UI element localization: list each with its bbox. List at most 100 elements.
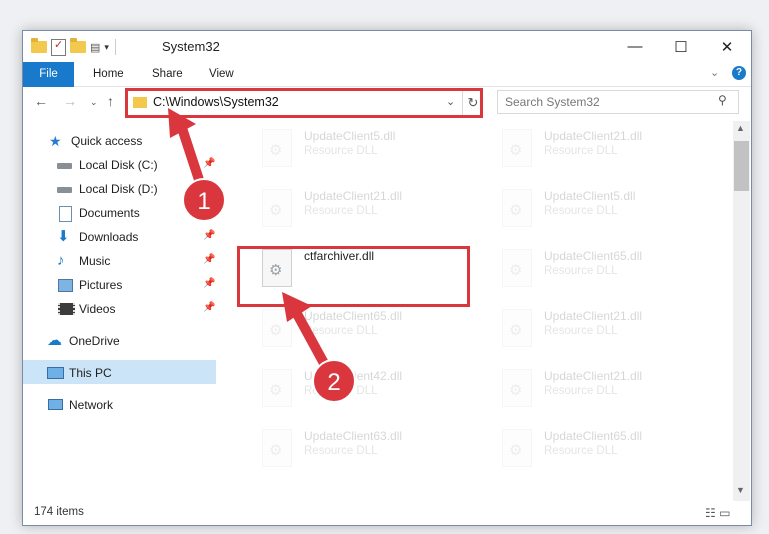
sidebar-item-label: Quick access xyxy=(71,134,143,148)
chevron-down-icon[interactable]: ▾ xyxy=(104,42,109,53)
tab-view[interactable]: View xyxy=(209,62,234,86)
ribbon-tabs: File Home Share View ⌄ ? xyxy=(23,62,751,114)
dll-file-icon xyxy=(502,249,532,287)
tab-home[interactable]: Home xyxy=(93,62,124,86)
file-type: Resource DLL xyxy=(304,145,378,157)
music-icon: ♪ xyxy=(57,252,65,269)
pin-icon[interactable]: 📌 xyxy=(203,230,215,241)
new-folder-icon[interactable] xyxy=(70,38,86,53)
list-item[interactable]: UpdateClient65.dll Resource DLL xyxy=(492,421,722,473)
file-name: UpdateClient65.dll xyxy=(544,249,643,263)
pictures-icon xyxy=(57,277,73,293)
drive-icon xyxy=(57,157,73,173)
address-bar[interactable]: C:\Windows\System32 ⌄ ↻ xyxy=(125,90,483,116)
list-item[interactable]: UpdateClient65.dll Resource DLL xyxy=(252,301,482,353)
dll-file-icon xyxy=(502,129,532,167)
sidebar-item-network[interactable]: Network xyxy=(47,394,113,416)
file-type: Resource DLL xyxy=(304,385,378,397)
scroll-down-icon[interactable]: ▼ xyxy=(736,485,745,495)
close-button[interactable]: ✕ xyxy=(704,31,750,62)
vertical-scrollbar[interactable]: ▲ ▼ xyxy=(733,121,750,501)
file-name: UpdateClient42.dll xyxy=(304,369,403,383)
item-count: 174 items xyxy=(34,506,84,518)
refresh-icon[interactable]: ↻ xyxy=(462,91,483,115)
maximize-button[interactable]: ☐ xyxy=(658,31,704,62)
scrollbar-thumb[interactable] xyxy=(734,141,749,191)
list-item[interactable]: UpdateClient65.dll Resource DLL xyxy=(492,241,722,293)
list-item[interactable]: UpdateClient63.dll Resource DLL xyxy=(252,421,482,473)
list-item[interactable]: UpdateClient21.dll Resource DLL xyxy=(492,301,722,353)
file-name: UpdateClient63.dll xyxy=(304,429,403,443)
drive-icon xyxy=(57,181,73,197)
sidebar-item-quick-access[interactable]: ★ Quick access xyxy=(49,130,142,152)
sidebar-item-label: Local Disk (D:) xyxy=(79,182,158,196)
quick-access-toolbar: ▤ ▾ xyxy=(31,37,118,57)
file-type: Resource DLL xyxy=(544,325,618,337)
documents-icon xyxy=(57,205,73,222)
pin-icon[interactable]: 📌 xyxy=(203,158,215,169)
file-type: Resource DLL xyxy=(304,205,378,217)
pin-icon[interactable]: 📌 xyxy=(203,206,215,217)
sidebar-item-label: Documents xyxy=(79,206,140,220)
pin-icon[interactable]: 📌 xyxy=(203,278,215,289)
dll-file-icon xyxy=(262,429,292,467)
cloud-icon: ☁ xyxy=(47,332,62,349)
navigation-bar: ← → ⌄ ↑ C:\Windows\System32 ⌄ ↻ Search S… xyxy=(23,87,751,119)
dll-file-icon xyxy=(262,369,292,407)
dll-file-icon xyxy=(502,429,532,467)
up-arrow-icon[interactable]: ↑ xyxy=(107,93,114,109)
file-type: Resource DLL xyxy=(544,145,618,157)
sidebar-item-documents[interactable]: Documents xyxy=(57,202,140,224)
sidebar-item-label: Music xyxy=(79,254,111,268)
videos-icon xyxy=(57,301,75,317)
chevron-down-icon[interactable]: ⌄ xyxy=(446,95,455,108)
sidebar-item-label: Downloads xyxy=(79,230,139,244)
network-icon xyxy=(47,397,63,413)
search-icon[interactable]: ⚲ xyxy=(718,93,727,107)
search-placeholder: Search System32 xyxy=(505,95,600,109)
search-input[interactable]: Search System32 ⚲ xyxy=(497,90,739,114)
dll-file-icon xyxy=(502,189,532,227)
sidebar-item-label: Network xyxy=(69,398,114,412)
forward-arrow-icon[interactable]: → xyxy=(63,93,77,109)
help-icon[interactable]: ? xyxy=(732,66,746,80)
address-path[interactable]: C:\Windows\System32 xyxy=(153,95,279,109)
sidebar-item-music[interactable]: ♪ Music xyxy=(57,250,110,272)
sidebar-item-videos[interactable]: Videos xyxy=(57,298,115,320)
list-item[interactable]: UpdateClient42.dll Resource DLL xyxy=(252,361,482,413)
sidebar-item-local-disk-d[interactable]: Local Disk (D:) xyxy=(57,178,158,200)
scroll-up-icon[interactable]: ▲ xyxy=(736,123,745,133)
list-item[interactable]: UpdateClient5.dll Resource DLL xyxy=(492,181,722,233)
window-title: System32 xyxy=(162,39,220,54)
dll-file-icon xyxy=(262,189,292,227)
list-item[interactable]: UpdateClient21.dll Resource DLL xyxy=(492,121,722,173)
customize-icon[interactable]: ▤ xyxy=(90,41,100,54)
sidebar-item-downloads[interactable]: ⬇ Downloads xyxy=(57,226,138,248)
pin-icon[interactable]: 📌 xyxy=(203,254,215,265)
list-item[interactable]: UpdateClient21.dll Resource DLL xyxy=(492,361,722,413)
properties-icon[interactable] xyxy=(51,38,66,56)
list-item-ctfarchiver[interactable]: ctfarchiver.dll xyxy=(252,241,482,293)
recent-locations-icon[interactable]: ⌄ xyxy=(90,97,98,108)
pin-icon[interactable]: 📌 xyxy=(203,302,215,313)
star-icon: ★ xyxy=(49,133,62,149)
file-name: UpdateClient21.dll xyxy=(304,189,403,203)
minimize-button[interactable]: — xyxy=(612,31,658,62)
toolbar-divider xyxy=(114,39,116,55)
sidebar-item-this-pc[interactable]: This PC xyxy=(47,362,112,384)
view-toggle-icons[interactable]: ☷ ▭ xyxy=(705,506,730,520)
file-name: UpdateClient21.dll xyxy=(544,129,643,143)
list-item[interactable]: UpdateClient21.dll Resource DLL xyxy=(252,181,482,233)
back-arrow-icon[interactable]: ← xyxy=(34,93,48,109)
sidebar-item-label: Videos xyxy=(79,302,116,316)
expand-ribbon-icon[interactable]: ⌄ xyxy=(710,66,719,79)
sidebar-item-onedrive[interactable]: ☁ OneDrive xyxy=(47,330,120,352)
dll-file-icon xyxy=(262,309,292,347)
sidebar-item-pictures[interactable]: Pictures xyxy=(57,274,122,296)
sidebar-item-local-disk-c[interactable]: Local Disk (C:) xyxy=(57,154,158,176)
file-type: Resource DLL xyxy=(544,445,618,457)
file-name: UpdateClient65.dll xyxy=(544,429,643,443)
tab-share[interactable]: Share xyxy=(152,62,183,86)
list-item[interactable]: UpdateClient5.dll Resource DLL xyxy=(252,121,482,173)
file-name: UpdateClient65.dll xyxy=(304,309,403,323)
